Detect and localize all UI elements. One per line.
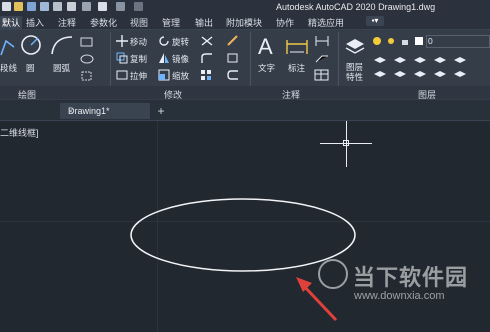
crosshair-pickbox <box>343 140 349 146</box>
watermark-text: 当下软件园 <box>353 265 469 290</box>
annotation-arrow-head <box>296 277 312 292</box>
annotation-arrow <box>300 282 338 322</box>
watermark-logo <box>318 259 348 289</box>
drawn-ellipse[interactable] <box>130 198 356 272</box>
watermark-url: www.downxia.com <box>354 290 445 302</box>
autocad-window: Autodesk AutoCAD 2020 Drawing1.dwg 默认 插入… <box>0 0 490 332</box>
